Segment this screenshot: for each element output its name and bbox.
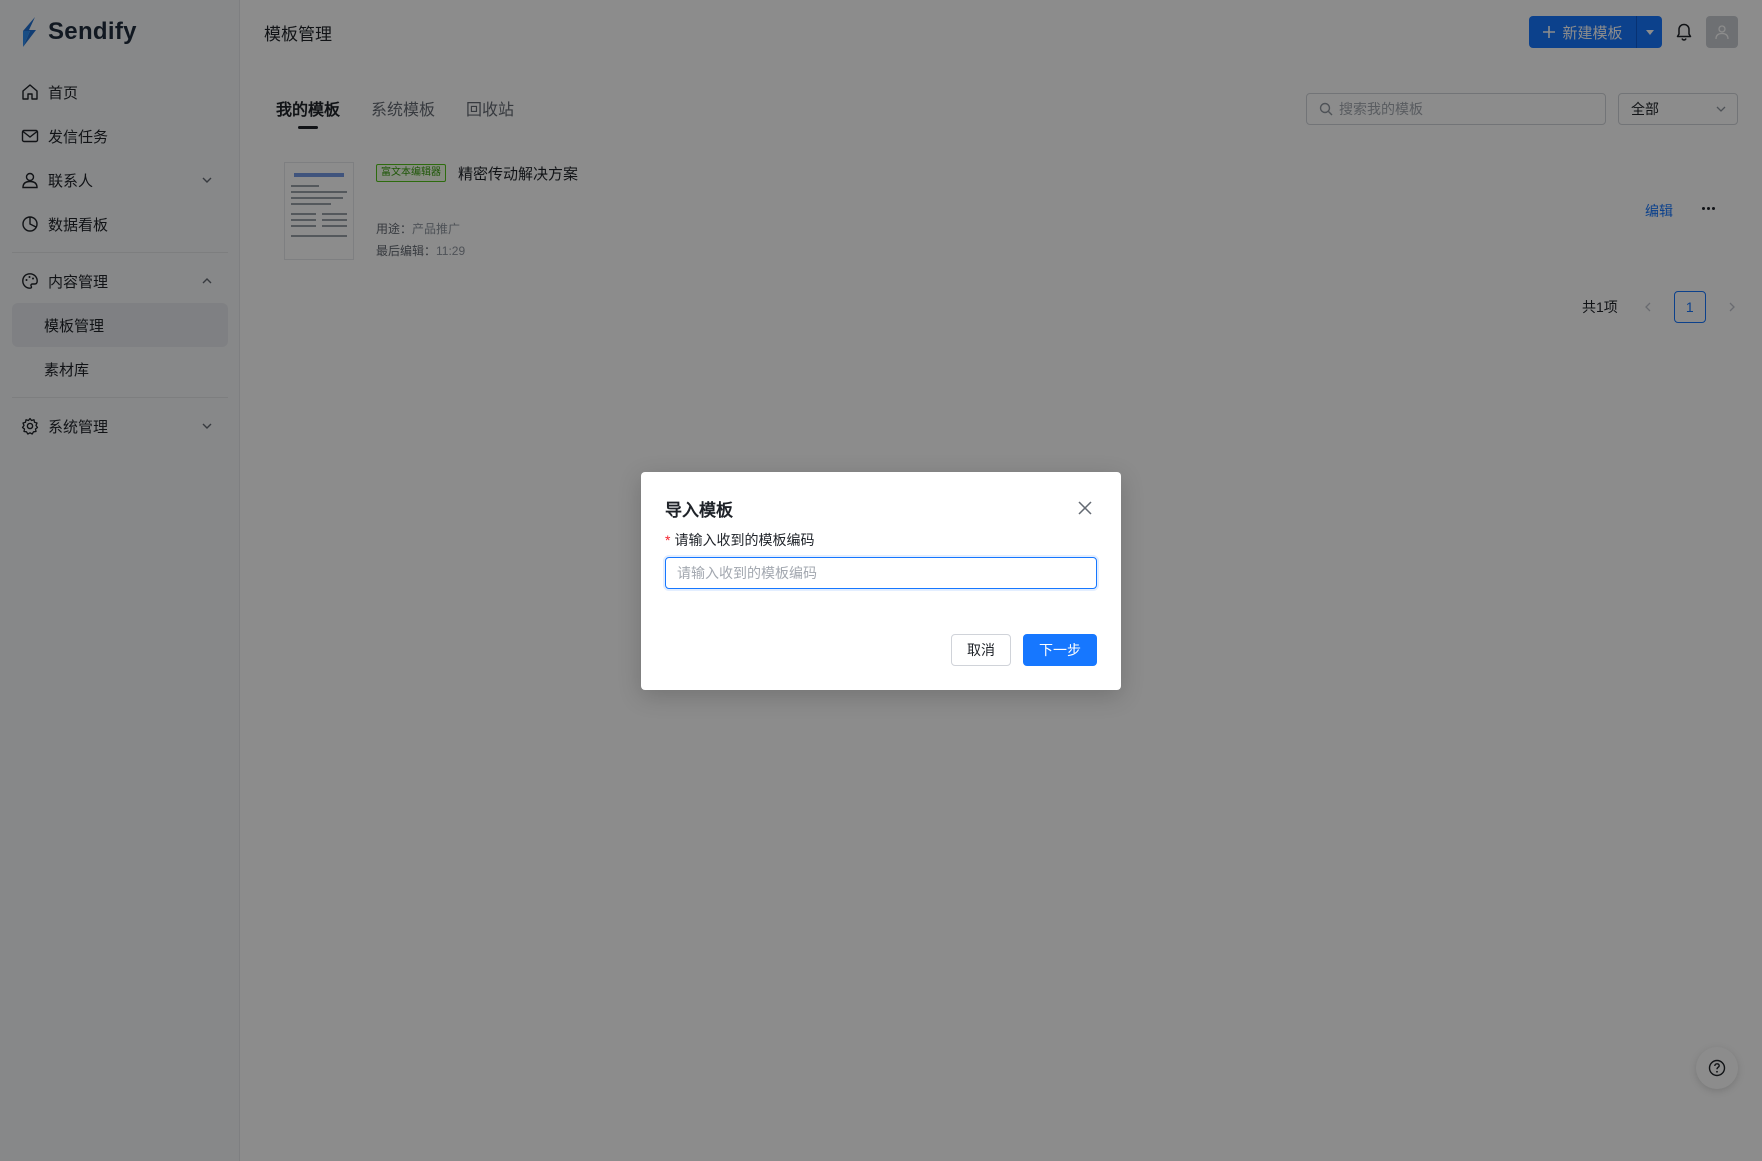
required-mark: *: [665, 532, 671, 548]
dialog-title: 导入模板: [665, 501, 733, 520]
close-icon[interactable]: [1075, 498, 1095, 518]
template-code-label-text: 请输入收到的模板编码: [674, 532, 815, 548]
import-template-dialog: 导入模板 *请输入收到的模板编码 取消 下一步: [641, 472, 1121, 690]
next-step-button[interactable]: 下一步: [1023, 634, 1097, 666]
template-code-label: * 请输入收到的模板编码: [665, 530, 814, 550]
template-code-input[interactable]: [665, 557, 1097, 589]
cancel-button[interactable]: 取消: [951, 634, 1011, 666]
